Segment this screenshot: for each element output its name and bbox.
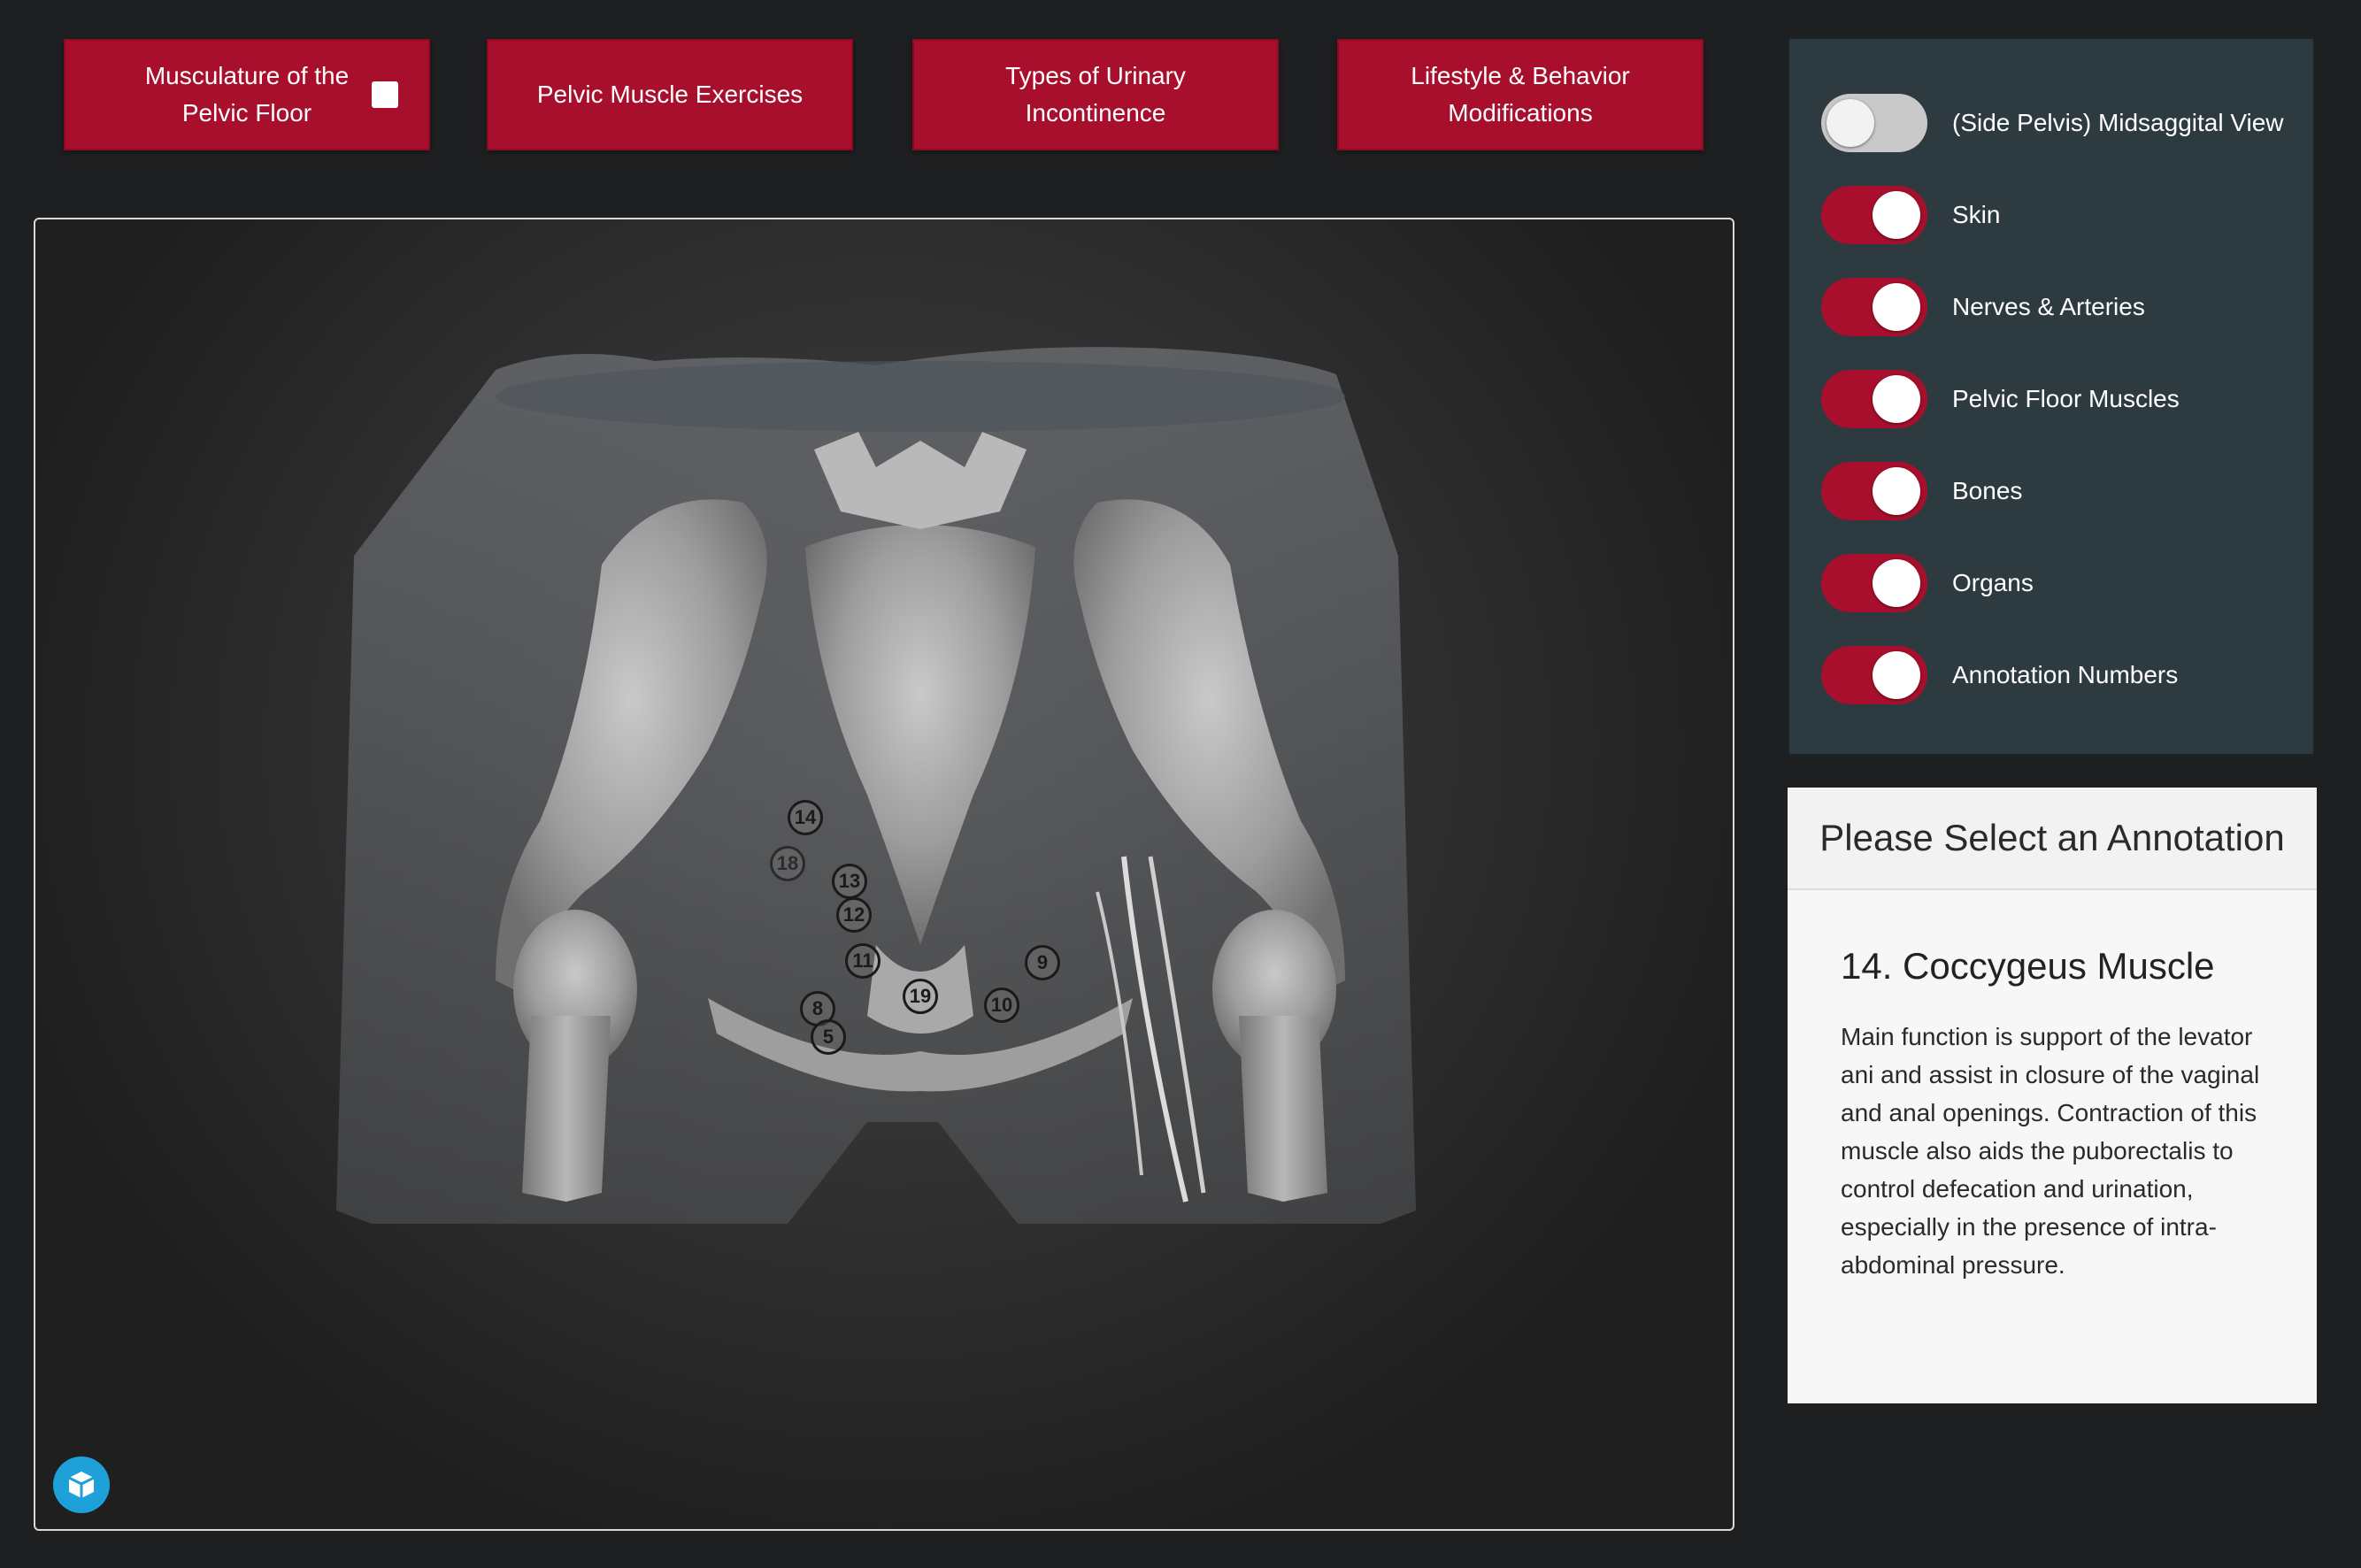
annotation-description: Main function is support of the levator … <box>1841 1023 2260 1279</box>
nerves-arteries-toggle[interactable] <box>1821 278 1927 336</box>
annotation-5[interactable]: 5 <box>811 1019 846 1055</box>
layer-row-midsaggital[interactable]: (Side Pelvis) Midsaggital View <box>1821 92 2284 154</box>
layer-row-nerves-arteries[interactable]: Nerves & Arteries <box>1821 276 2145 338</box>
pelvis-model-image <box>336 347 1416 1224</box>
annotation-numbers-toggle[interactable] <box>1821 646 1927 704</box>
layer-row-organs[interactable]: Organs <box>1821 552 2034 614</box>
annotation-numbers-label: Annotation Numbers <box>1952 661 2179 688</box>
types-urinary-incontinence-button[interactable]: Types of Urinary Incontinence <box>912 39 1279 150</box>
bones-toggle[interactable] <box>1821 462 1927 520</box>
annotation-info-panel: Please Select an Annotation 14. Coccygeu… <box>1788 788 2317 1403</box>
pelvic-muscle-exercises-button[interactable]: Pelvic Muscle Exercises <box>487 39 853 150</box>
musculature-checkbox[interactable] <box>372 81 398 108</box>
layer-row-bones[interactable]: Bones <box>1821 460 2022 522</box>
annotation-9[interactable]: 9 <box>1025 945 1060 980</box>
midsaggital-toggle[interactable] <box>1821 94 1927 152</box>
layer-row-pelvic-floor-muscles[interactable]: Pelvic Floor Muscles <box>1821 368 2180 430</box>
types-urinary-incontinence-label: Types of Urinary Incontinence <box>1005 62 1186 127</box>
annotation-12[interactable]: 12 <box>836 897 872 933</box>
sketchfab-cube-icon[interactable] <box>53 1457 110 1513</box>
annotation-19[interactable]: 19 <box>903 979 938 1014</box>
layer-row-annotation-numbers[interactable]: Annotation Numbers <box>1821 644 2178 706</box>
annotation-13[interactable]: 13 <box>832 864 867 899</box>
annotation-title: 14. Coccygeus Muscle <box>1841 945 2215 987</box>
skin-label: Skin <box>1952 201 2001 228</box>
organs-toggle[interactable] <box>1821 554 1927 612</box>
pelvic-muscle-exercises-label: Pelvic Muscle Exercises <box>536 81 804 108</box>
lifestyle-behavior-label: Lifestyle & Behavior Modifications <box>1411 62 1630 127</box>
bones-label: Bones <box>1952 477 2023 504</box>
annotation-18[interactable]: 18 <box>770 846 805 881</box>
skin-toggle[interactable] <box>1821 186 1927 244</box>
annotation-10[interactable]: 10 <box>984 988 1019 1023</box>
annotation-11[interactable]: 11 <box>845 943 881 979</box>
organs-label: Organs <box>1952 569 2034 596</box>
pelvic-floor-muscles-label: Pelvic Floor Muscles <box>1952 385 2180 412</box>
musculature-button-label: Musculature of the Pelvic Floor <box>144 62 350 127</box>
nerves-arteries-label: Nerves & Arteries <box>1952 293 2145 320</box>
3d-viewer[interactable]: 14 18 13 12 11 9 19 10 8 5 <box>34 218 1734 1531</box>
lifestyle-behavior-button[interactable]: Lifestyle & Behavior Modifications <box>1337 39 1703 150</box>
annotation-14[interactable]: 14 <box>788 800 823 835</box>
midsaggital-label: (Side Pelvis) Midsaggital View <box>1952 109 2284 136</box>
layer-row-skin[interactable]: Skin <box>1821 184 2000 246</box>
pelvic-floor-muscles-toggle[interactable] <box>1821 370 1927 428</box>
musculature-button[interactable]: Musculature of the Pelvic Floor <box>64 39 430 150</box>
layers-panel: (Side Pelvis) Midsaggital View Skin Nerv… <box>1788 37 2315 756</box>
info-header: Please Select an Annotation <box>1788 788 2317 890</box>
